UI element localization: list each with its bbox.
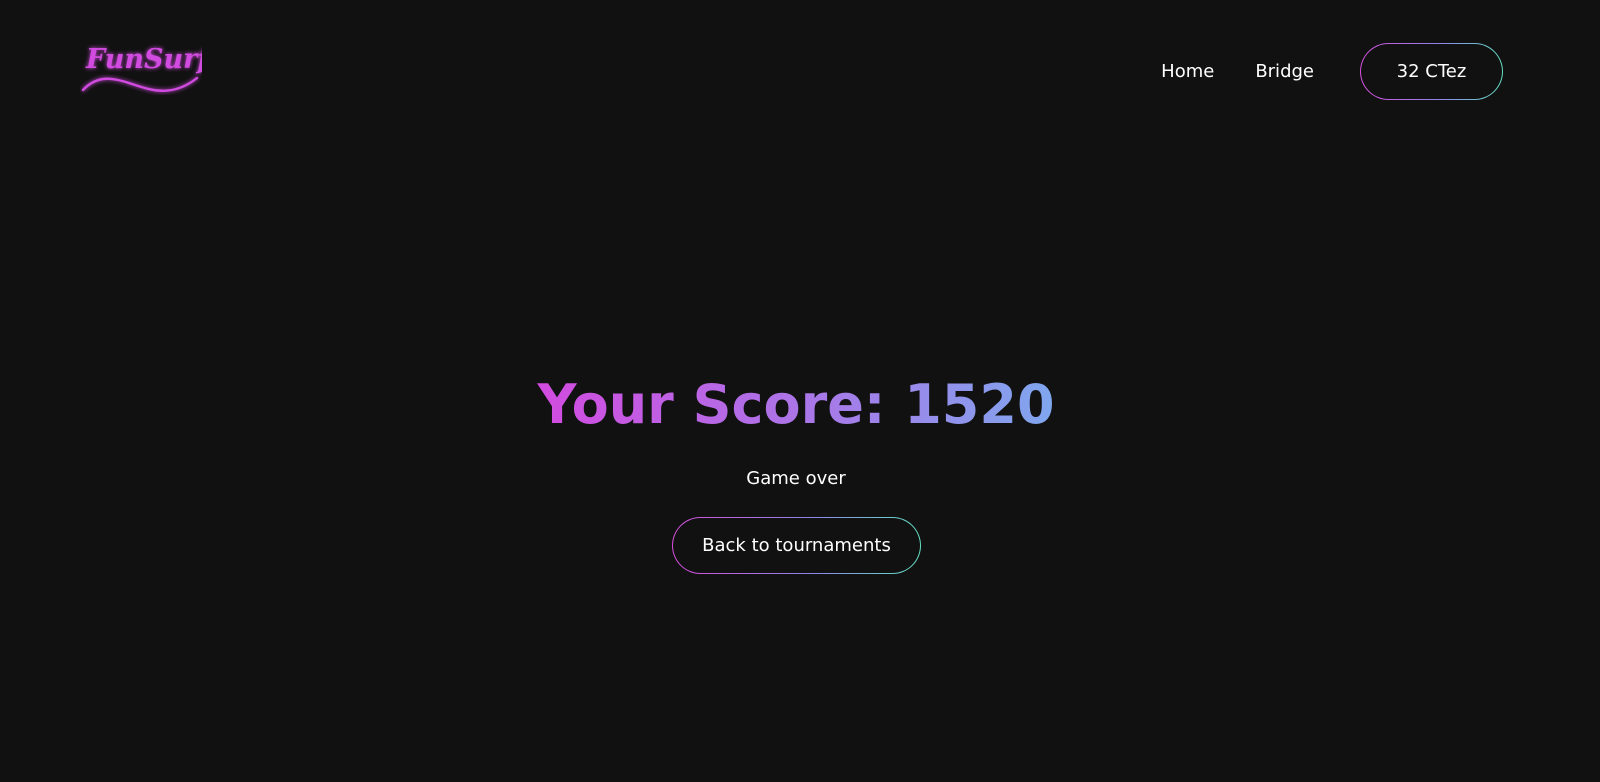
score-value: 1520 <box>904 373 1055 436</box>
game-over-text: Game over <box>746 468 846 489</box>
score-title: Your Score: 1520 <box>0 378 1592 432</box>
main-nav: Home Bridge 32 CTez <box>1161 43 1503 99</box>
back-to-tournaments-button[interactable]: Back to tournaments <box>672 517 921 574</box>
nav-home-link[interactable]: Home <box>1161 61 1214 82</box>
wave-underline <box>81 76 199 92</box>
score-label: Your Score: <box>537 373 886 436</box>
nav-bridge-link[interactable]: Bridge <box>1255 61 1314 82</box>
game-over-page: FunSurf Home Bridge 32 CTez Your Score: … <box>0 0 1600 782</box>
funsurf-logo[interactable]: FunSurf <box>80 36 202 102</box>
logo-text: FunSurf <box>85 44 202 75</box>
wave-logo-icon: FunSurf <box>81 44 202 92</box>
balance-button[interactable]: 32 CTez <box>1360 43 1503 100</box>
